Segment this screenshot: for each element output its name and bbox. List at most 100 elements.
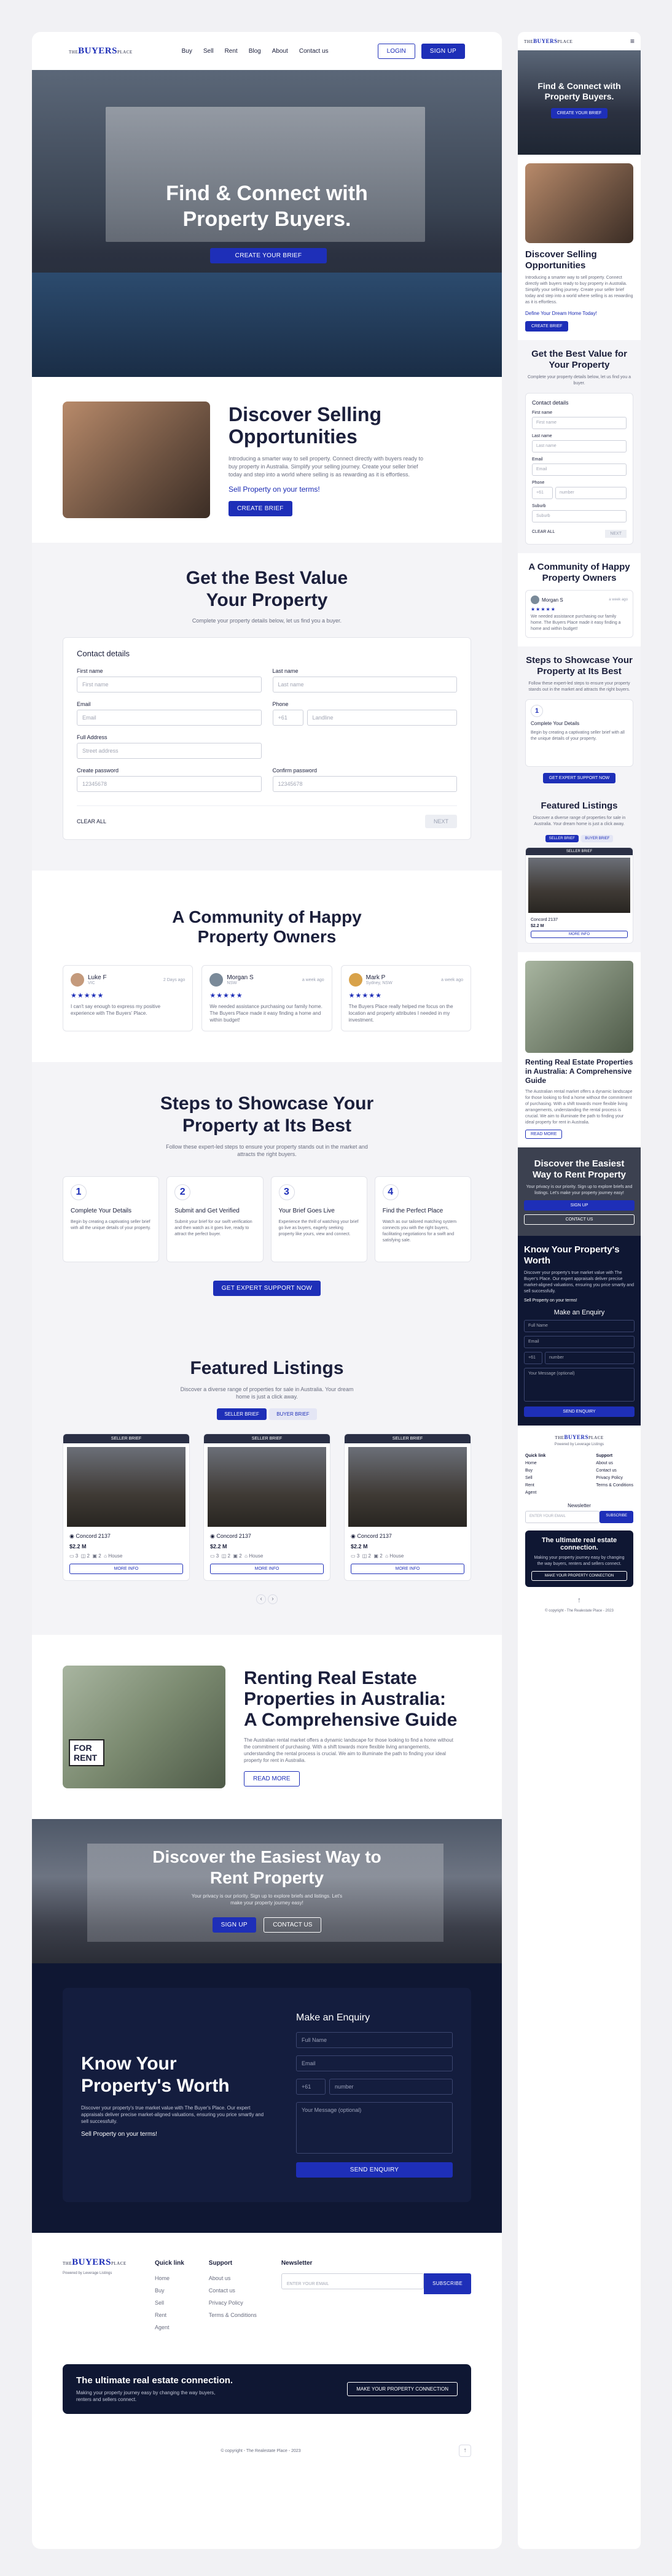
review-text: We needed assistance purchasing our fami… <box>209 1004 322 1023</box>
discover-contact-button[interactable]: CONTACT US <box>264 1917 322 1933</box>
address-input[interactable]: Street address <box>77 743 262 759</box>
newsletter-email-input[interactable]: ENTER YOUR EMAIL <box>281 2273 424 2289</box>
phone-code-select[interactable]: +61 <box>272 710 303 726</box>
mobile-suburb-input[interactable]: Suburb <box>532 510 627 522</box>
copyright: © copyright - The Realestate Place - 202… <box>221 2448 301 2453</box>
mobile-first-name-input[interactable]: First name <box>532 417 627 429</box>
listing-card: SELLER BRIEF ◉ Concord 2137 $2.2 M ▭ 3 ◫… <box>344 1433 471 1581</box>
more-info-button[interactable]: MORE INFO <box>351 1564 464 1574</box>
know-worth-tagline: Sell Property on your terms! <box>81 2130 157 2138</box>
mobile-last-name-input[interactable]: Last name <box>532 440 627 452</box>
footer-link-about[interactable]: About us <box>209 2272 257 2284</box>
enquiry-email-input[interactable]: Email <box>296 2055 453 2071</box>
bed-icon: ▭ <box>210 1553 215 1559</box>
nav-link-blog[interactable]: Blog <box>249 48 261 55</box>
listings-prev-button[interactable]: ‹ <box>256 1594 267 1604</box>
footer-newsletter: Newsletter ENTER YOUR EMAIL SUBSCRIBE <box>281 2257 471 2294</box>
signup-button[interactable]: SIGN UP <box>421 43 465 59</box>
read-more-button[interactable]: READ MORE <box>244 1771 300 1787</box>
confirm-password-input[interactable]: 12345678 <box>272 776 457 792</box>
footer-link-buy[interactable]: Buy <box>155 2284 184 2297</box>
enquiry-number-input[interactable]: number <box>329 2079 453 2095</box>
next-button[interactable]: NEXT <box>424 815 457 828</box>
selling-section: Discover Selling Opportunities Introduci… <box>32 377 502 543</box>
avatar <box>348 973 362 987</box>
send-enquiry-button[interactable]: SEND ENQUIRY <box>296 2162 453 2178</box>
more-info-button[interactable]: MORE INFO <box>69 1564 183 1574</box>
scroll-top-button[interactable]: ↑ <box>458 2445 471 2457</box>
listings-section: Featured Listings Discover a diverse ran… <box>32 1333 502 1635</box>
bath-icon: ◫ <box>80 1553 86 1559</box>
mobile-email-input[interactable]: Email <box>532 464 627 476</box>
footer-quick-links: Quick link Home Buy Sell Rent Agent <box>155 2257 184 2334</box>
listing-image[interactable] <box>348 1447 467 1527</box>
listing-features: ▭ 3 ◫ 2 ▣ 2 ⌂ House <box>69 1553 123 1559</box>
renting-body: The Australian rental market offers a dy… <box>244 1737 453 1763</box>
expert-support-button[interactable]: GET EXPERT SUPPORT NOW <box>213 1281 321 1296</box>
selling-cta-button[interactable]: CREATE BRIEF <box>229 501 292 516</box>
mobile-logo[interactable]: THEBUYERSPLACE <box>524 38 572 44</box>
first-name-label: First name <box>77 668 103 674</box>
password-input[interactable]: 12345678 <box>77 776 262 792</box>
house-icon: ⌂ <box>385 1553 388 1559</box>
email-label: Email <box>77 701 91 707</box>
last-name-input[interactable]: Last name <box>272 677 457 692</box>
step-text: Watch as our tailored matching system co… <box>382 1220 457 1243</box>
review-time: a week ago <box>302 977 324 982</box>
mobile-phone-input[interactable]: number <box>555 487 627 499</box>
car-icon: ▣ <box>233 1553 238 1559</box>
listings-next-button[interactable]: › <box>267 1594 278 1604</box>
nav-link-sell[interactable]: Sell <box>203 48 214 55</box>
discover-signup-button[interactable]: SIGN UP <box>212 1917 256 1933</box>
enquiry-name-input[interactable]: Full Name <box>296 2032 453 2048</box>
mobile-selling-cta[interactable]: CREATE BRIEF <box>525 321 569 332</box>
footer-link-sell[interactable]: Sell <box>155 2297 184 2309</box>
listings-list: SELLER BRIEF ◉ Concord 2137 $2.2 M ▭ 3 ◫… <box>63 1433 471 1581</box>
mobile-next[interactable]: NEXT <box>605 530 627 538</box>
property-connection-button[interactable]: MAKE YOUR PROPERTY CONNECTION <box>347 2382 458 2396</box>
enquiry-code-select[interactable]: +61 <box>296 2079 326 2095</box>
step-card: 1 Complete Your Details Begin by creatin… <box>63 1176 160 1262</box>
login-button[interactable]: LOGIN <box>377 43 415 59</box>
review-card: Mark P Sydney, NSW a week ago ★★★★★ The Bu… <box>340 965 471 1031</box>
listing-tag: SELLER BRIEF <box>345 1434 471 1443</box>
listing-image[interactable] <box>208 1447 326 1527</box>
footer-link-rent[interactable]: Rent <box>155 2309 184 2321</box>
first-name-input[interactable]: First name <box>77 677 262 692</box>
more-info-button[interactable]: MORE INFO <box>210 1564 324 1574</box>
subscribe-button[interactable]: SUBSCRIBE <box>424 2273 471 2294</box>
nav-link-contact[interactable]: Contact us <box>299 48 329 55</box>
step-card: 4 Find the Perfect Place Watch as our ta… <box>374 1176 471 1262</box>
mobile-clear-all[interactable]: CLEAR ALL <box>532 530 555 538</box>
footer-link-agent[interactable]: Agent <box>155 2321 184 2334</box>
listing-image[interactable] <box>67 1447 186 1527</box>
phone-input[interactable]: Landline <box>307 710 457 726</box>
email-input[interactable]: Email <box>77 710 262 726</box>
logo[interactable]: THEBUYERSPLACE <box>69 46 133 56</box>
hamburger-icon[interactable]: ≡ <box>630 37 635 45</box>
listing-card: SELLER BRIEF ◉ Concord 2137 $2.2 M ▭ 3 ◫… <box>203 1433 330 1581</box>
footer-link-contact[interactable]: Contact us <box>209 2284 257 2297</box>
nav-link-rent[interactable]: Rent <box>225 48 238 55</box>
desktop-page: THEBUYERSPLACE Buy Sell Rent Blog About … <box>32 32 502 2549</box>
footer-link-privacy[interactable]: Privacy Policy <box>209 2297 257 2309</box>
house-icon: ⌂ <box>244 1553 248 1559</box>
nav-link-about[interactable]: About <box>272 48 288 55</box>
tab-seller-brief[interactable]: SELLER BRIEF <box>217 1408 267 1420</box>
footer-link-terms[interactable]: Terms & Conditions <box>209 2309 257 2321</box>
renting-section: FOR RENT Renting Real Estate Properties i… <box>32 1635 502 1819</box>
mobile-expert-button[interactable]: GET EXPERT SUPPORT NOW <box>542 773 616 783</box>
footer-logo[interactable]: THEBUYERSPLACE <box>63 2257 130 2268</box>
value-subtitle: Complete your property details below, le… <box>192 618 342 624</box>
footer-link-home[interactable]: Home <box>155 2272 184 2284</box>
value-section: Get the Best Value Your Property Complete… <box>32 543 502 871</box>
enquiry-message-input[interactable]: Your Message (optional) <box>296 2102 453 2154</box>
clear-all-button[interactable]: CLEAR ALL <box>77 818 106 824</box>
mobile-hero-cta[interactable]: CREATE YOUR BRIEF <box>550 108 608 118</box>
step-text: Begin by creating a captivating seller b… <box>71 1220 151 1230</box>
nav-link-buy[interactable]: Buy <box>182 48 192 55</box>
tab-buyer-brief[interactable]: BUYER BRIEF <box>269 1408 317 1420</box>
car-icon: ▣ <box>373 1553 378 1559</box>
hero-cta-button[interactable]: CREATE YOUR BRIEF <box>210 248 327 263</box>
mobile-value: Get the Best Value for Your Property Com… <box>518 340 641 553</box>
